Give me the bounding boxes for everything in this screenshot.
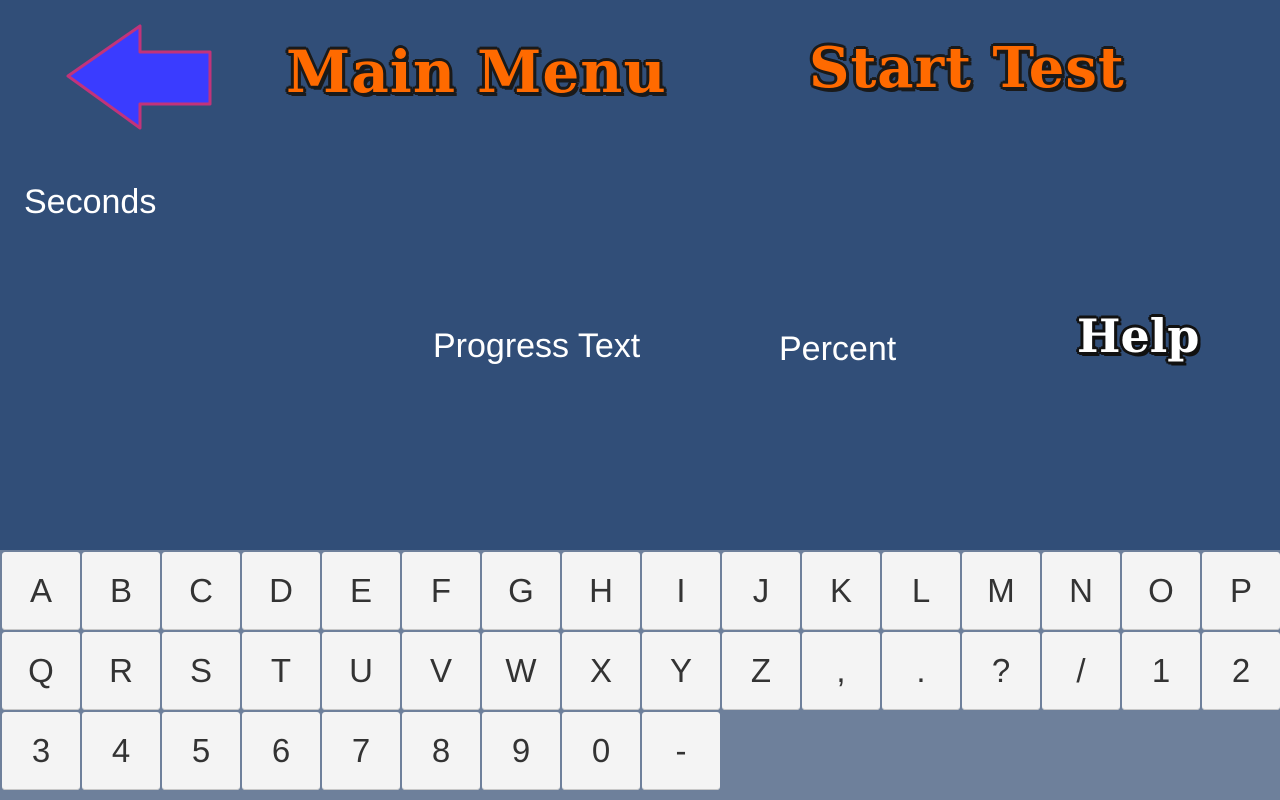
- key[interactable]: 0: [562, 712, 640, 790]
- key[interactable]: A: [2, 552, 80, 630]
- key[interactable]: P: [1202, 552, 1280, 630]
- key[interactable]: ,: [802, 632, 880, 710]
- key[interactable]: -: [642, 712, 720, 790]
- key[interactable]: 9: [482, 712, 560, 790]
- key[interactable]: V: [402, 632, 480, 710]
- key[interactable]: ?: [962, 632, 1040, 710]
- key[interactable]: T: [242, 632, 320, 710]
- key[interactable]: Y: [642, 632, 720, 710]
- on-screen-keyboard: A B C D E F G H I J K L M N O P Q R S T U V W X Y Z,.?/1 2 3 4 5 6 7 8 9 0…: [0, 550, 1280, 800]
- key[interactable]: D: [242, 552, 320, 630]
- percent-label: Percent: [779, 330, 897, 368]
- key[interactable]: J: [722, 552, 800, 630]
- key[interactable]: Q: [2, 632, 80, 710]
- key[interactable]: 6: [242, 712, 320, 790]
- key[interactable]: O: [1122, 552, 1200, 630]
- test-screen: Main Menu Start Test Seconds Progress Te…: [0, 0, 1280, 800]
- start-test-button[interactable]: Start Test: [809, 32, 1125, 104]
- key[interactable]: U: [322, 632, 400, 710]
- key[interactable]: 5: [162, 712, 240, 790]
- back-button[interactable]: [62, 22, 216, 134]
- key[interactable]: G: [482, 552, 560, 630]
- key[interactable]: /: [1042, 632, 1120, 710]
- main-menu-button[interactable]: Main Menu: [286, 36, 667, 108]
- left-arrow-icon: [66, 24, 212, 130]
- key[interactable]: 3: [2, 712, 80, 790]
- key[interactable]: E: [322, 552, 400, 630]
- key[interactable]: W: [482, 632, 560, 710]
- key[interactable]: N: [1042, 552, 1120, 630]
- key[interactable]: C: [162, 552, 240, 630]
- key[interactable]: B: [82, 552, 160, 630]
- key[interactable]: 2: [1202, 632, 1280, 710]
- key[interactable]: 4: [82, 712, 160, 790]
- key[interactable]: R: [82, 632, 160, 710]
- key[interactable]: 8: [402, 712, 480, 790]
- progress-text: Progress Text: [433, 327, 641, 365]
- key[interactable]: 7: [322, 712, 400, 790]
- key[interactable]: Z: [722, 632, 800, 710]
- key[interactable]: X: [562, 632, 640, 710]
- help-button[interactable]: Help: [1077, 306, 1199, 366]
- key[interactable]: H: [562, 552, 640, 630]
- key[interactable]: S: [162, 632, 240, 710]
- seconds-label: Seconds: [24, 183, 157, 221]
- key[interactable]: M: [962, 552, 1040, 630]
- key[interactable]: L: [882, 552, 960, 630]
- key[interactable]: .: [882, 632, 960, 710]
- key[interactable]: I: [642, 552, 720, 630]
- key[interactable]: K: [802, 552, 880, 630]
- key[interactable]: F: [402, 552, 480, 630]
- key[interactable]: 1: [1122, 632, 1200, 710]
